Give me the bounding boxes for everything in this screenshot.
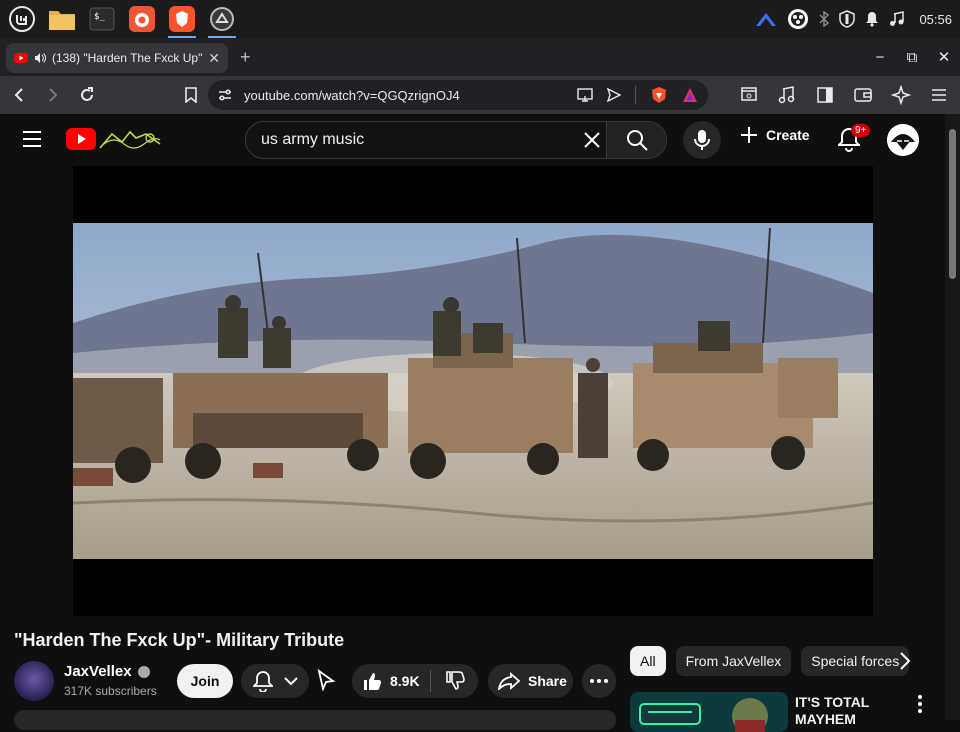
files-icon[interactable] — [44, 2, 80, 36]
reload-button[interactable] — [72, 80, 102, 110]
search-input[interactable] — [261, 131, 571, 149]
guide-menu-icon[interactable] — [22, 130, 42, 148]
channel-avatar[interactable] — [14, 661, 54, 701]
chevron-right-icon[interactable] — [898, 651, 912, 671]
more-vertical-icon[interactable] — [918, 695, 922, 713]
minimize-button[interactable]: − — [864, 49, 896, 66]
new-tab-button[interactable]: + — [240, 47, 251, 68]
bluetooth-icon[interactable] — [819, 11, 830, 27]
shield-icon[interactable] — [839, 10, 856, 28]
scrollbar-thumb[interactable] — [949, 129, 956, 279]
plus-icon — [741, 127, 757, 143]
tab-search-icon[interactable] — [734, 80, 764, 110]
url-text: youtube.com/watch?v=QGQzrignOJ4 — [244, 87, 460, 103]
thumbs-down-icon — [445, 671, 465, 690]
browser-tab-strip: (138) "Harden The Fxck Up" ✕ + − ⧉ ✕ — [0, 38, 960, 76]
chevron-down-icon — [283, 677, 298, 686]
brave-shields-icon[interactable] — [650, 86, 668, 104]
page-scrollbar[interactable] — [945, 114, 960, 720]
recommended-thumbnail[interactable] — [630, 692, 788, 732]
create-button[interactable]: Create — [740, 126, 810, 144]
browser-toolbar: youtube.com/watch?v=QGQzrignOJ4 — [0, 76, 960, 114]
search-box — [245, 121, 667, 159]
search-button[interactable] — [606, 122, 666, 158]
channel-name-row[interactable]: JaxVellex — [64, 663, 150, 680]
window-controls: − ⧉ ✕ — [864, 38, 960, 76]
send-icon[interactable] — [607, 88, 621, 102]
video-frame[interactable] — [73, 223, 873, 559]
clock[interactable]: 05:56 — [919, 12, 952, 27]
forward-button[interactable] — [38, 80, 68, 110]
video-title: "Harden The Fxck Up"- Military Tribute — [14, 630, 345, 650]
cast-icon[interactable] — [577, 88, 593, 102]
like-dislike-group: 8.9K — [352, 664, 478, 698]
youtube-logo-icon[interactable] — [66, 128, 96, 150]
bookmark-icon[interactable] — [176, 80, 206, 110]
notification-badge: 9+ — [851, 124, 871, 137]
wallet-icon[interactable] — [848, 80, 878, 110]
music-icon[interactable] — [889, 11, 905, 27]
audio-playing-icon[interactable] — [34, 52, 46, 64]
chip-from-channel[interactable]: From JaxVellex — [675, 646, 792, 676]
video-player[interactable] — [73, 166, 873, 616]
chip-all[interactable]: All — [630, 646, 666, 676]
verified-icon — [137, 665, 150, 678]
cursor-pointer-icon — [317, 669, 336, 691]
brave-icon[interactable] — [164, 2, 200, 38]
mic-icon — [694, 130, 710, 150]
back-button[interactable] — [4, 80, 34, 110]
recommended-title[interactable]: IT'S TOTAL MAYHEM — [795, 694, 905, 728]
os-taskbar: $_ 05:56 — [0, 0, 960, 38]
clear-search-icon[interactable] — [582, 130, 602, 150]
share-button[interactable]: Share — [488, 664, 573, 698]
thumbs-up-icon — [364, 673, 381, 690]
tab-close-icon[interactable]: ✕ — [208, 50, 220, 67]
media-control-icon[interactable] — [772, 80, 802, 110]
svg-text:$_: $_ — [94, 12, 105, 22]
create-label: Create — [766, 127, 810, 143]
youtube-header: Create 9+ — [0, 114, 945, 166]
channel-name[interactable]: JaxVellex — [64, 663, 132, 680]
related-chips: All From JaxVellex Special forces — [630, 646, 922, 676]
dislike-button[interactable] — [431, 671, 478, 691]
browser-menu-icon[interactable] — [924, 80, 954, 110]
like-button[interactable]: 8.9K — [352, 671, 430, 691]
firefox-icon[interactable] — [124, 2, 160, 36]
sidebar-icon[interactable] — [810, 80, 840, 110]
menu-icon[interactable] — [4, 2, 40, 36]
voice-search-button[interactable] — [683, 121, 721, 159]
close-window-button[interactable]: ✕ — [928, 48, 960, 66]
leo-ai-icon[interactable] — [886, 80, 916, 110]
subscription-bell-button[interactable] — [241, 664, 309, 698]
description-box[interactable] — [14, 710, 616, 730]
youtube-favicon-icon — [14, 53, 28, 63]
more-actions-button[interactable] — [582, 664, 616, 698]
join-button[interactable]: Join — [177, 664, 233, 698]
notification-icon[interactable] — [865, 11, 879, 27]
share-label: Share — [528, 673, 567, 689]
system-tray: 05:56 — [755, 0, 952, 38]
obs-icon[interactable] — [204, 2, 240, 38]
search-icon — [626, 130, 648, 151]
vpn-icon[interactable] — [755, 11, 777, 27]
subscriber-count: 317K subscribers — [64, 684, 157, 698]
site-settings-icon[interactable] — [218, 88, 232, 102]
share-icon — [498, 672, 520, 690]
bell-icon — [252, 671, 273, 692]
chip-special-forces[interactable]: Special forces — [801, 646, 910, 676]
maximize-button[interactable]: ⧉ — [896, 49, 928, 66]
tab-youtube[interactable]: (138) "Harden The Fxck Up" ✕ — [6, 43, 228, 73]
more-horizontal-icon — [590, 679, 608, 683]
like-count: 8.9K — [390, 673, 420, 689]
brave-rewards-icon[interactable] — [682, 87, 698, 103]
terminal-icon[interactable]: $_ — [84, 2, 120, 36]
address-bar[interactable]: youtube.com/watch?v=QGQzrignOJ4 — [208, 80, 708, 110]
obs-tray-icon[interactable] — [787, 8, 809, 30]
logo-doodle[interactable] — [98, 128, 164, 150]
account-avatar[interactable] — [887, 124, 919, 156]
tab-title: (138) "Harden The Fxck Up" — [52, 51, 202, 65]
